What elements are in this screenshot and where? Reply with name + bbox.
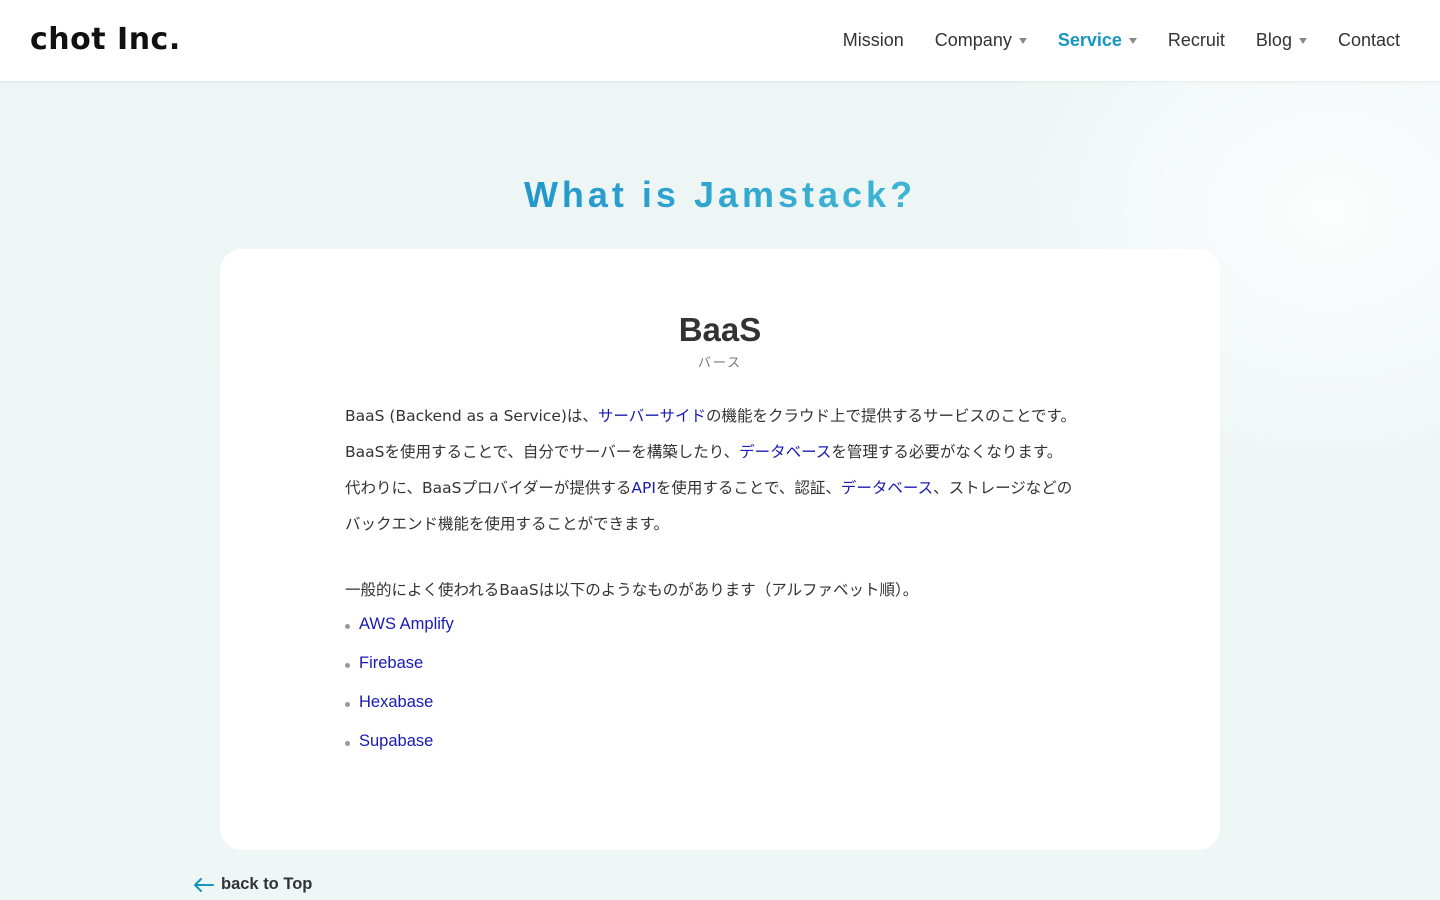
text-span: の機能をクラウド上で提供するサービスのことです。 (705, 407, 1076, 425)
description-line: 代わりに、BaaSプロバイダーが提供するAPIを使用することで、認証、データベー… (345, 470, 1105, 506)
term-reading: バース (697, 356, 743, 371)
baas-link-firebase[interactable]: Firebase (359, 654, 423, 673)
nav-item-label: Company (934, 30, 1012, 50)
nav-item-contact[interactable]: Contact (1338, 30, 1400, 51)
back-to-top-label: back to Top (221, 875, 313, 893)
list-item: AWS Amplify (345, 605, 454, 644)
nav-item-label: Contact (1337, 30, 1400, 50)
nav-item-service[interactable]: Service (1058, 30, 1137, 51)
list-item: Firebase (345, 644, 454, 683)
glossary-link-database[interactable]: データベース (739, 443, 831, 461)
text-span: 、ストレージなどの (933, 479, 1073, 497)
site-logo[interactable]: chot Inc. (30, 20, 181, 60)
description-line: BaaSを使用することで、自分でサーバーを構築したり、データベースを管理する必要… (345, 434, 1105, 470)
bullet-icon (345, 740, 350, 746)
glossary-link-api[interactable]: API (631, 479, 656, 497)
nav-item-blog[interactable]: Blog (1256, 30, 1307, 51)
nav-item-recruit[interactable]: Recruit (1168, 30, 1225, 51)
nav-item-label: Service (1057, 30, 1122, 50)
caret-down-icon (1298, 38, 1307, 44)
hero-title: What is Jamstack? (0, 172, 1440, 218)
text-span: バックエンド機能を使用することができます。 (345, 515, 669, 533)
nav-item-label: Recruit (1167, 30, 1225, 50)
main-nav: Mission Company Service Recruit Blog Con… (812, 0, 1400, 81)
description-line: BaaS (Backend as a Service)は、サーバーサイドの機能を… (345, 398, 1105, 434)
glossary-link-database[interactable]: データベース (841, 479, 933, 497)
site-header: chot Inc. Mission Company Service Recrui… (0, 0, 1440, 81)
nav-item-company[interactable]: Company (935, 30, 1027, 51)
nav-item-mission[interactable]: Mission (843, 30, 904, 51)
baas-list: AWS Amplify Firebase Hexabase Supabase (345, 605, 454, 761)
text-span: BaaS (Backend as a Service)は、 (345, 407, 598, 425)
text-span: を使用することで、認証、 (655, 479, 841, 497)
baas-link-hexabase[interactable]: Hexabase (359, 693, 433, 712)
term-title: BaaS (678, 311, 762, 348)
nav-item-label: Blog (1255, 30, 1292, 50)
back-to-top-link[interactable]: back to Top (194, 875, 312, 894)
description-line: バックエンド機能を使用することができます。 (345, 506, 1105, 542)
term-description: BaaS (Backend as a Service)は、サーバーサイドの機能を… (345, 398, 1105, 542)
baas-link-aws-amplify[interactable]: AWS Amplify (359, 615, 454, 634)
text-span: を管理する必要がなくなります。 (831, 443, 1063, 461)
caret-down-icon (1128, 38, 1137, 44)
list-item: Supabase (345, 722, 454, 761)
caret-down-icon (1018, 38, 1027, 44)
list-item: Hexabase (345, 683, 454, 722)
bullet-icon (345, 623, 350, 629)
glossary-link-server-side[interactable]: サーバーサイド (598, 407, 706, 425)
nav-item-label: Mission (842, 30, 904, 50)
bullet-icon (345, 701, 350, 707)
baas-link-supabase[interactable]: Supabase (359, 732, 433, 751)
list-intro: 一般的によく使われるBaaSは以下のようなものがあります（アルファベット順）。 (345, 581, 919, 599)
text-span: BaaSを使用することで、自分でサーバーを構築したり、 (345, 443, 740, 461)
text-span: 代わりに、BaaSプロバイダーが提供する (345, 479, 632, 497)
bullet-icon (345, 662, 350, 668)
arrow-left-icon (194, 877, 214, 892)
